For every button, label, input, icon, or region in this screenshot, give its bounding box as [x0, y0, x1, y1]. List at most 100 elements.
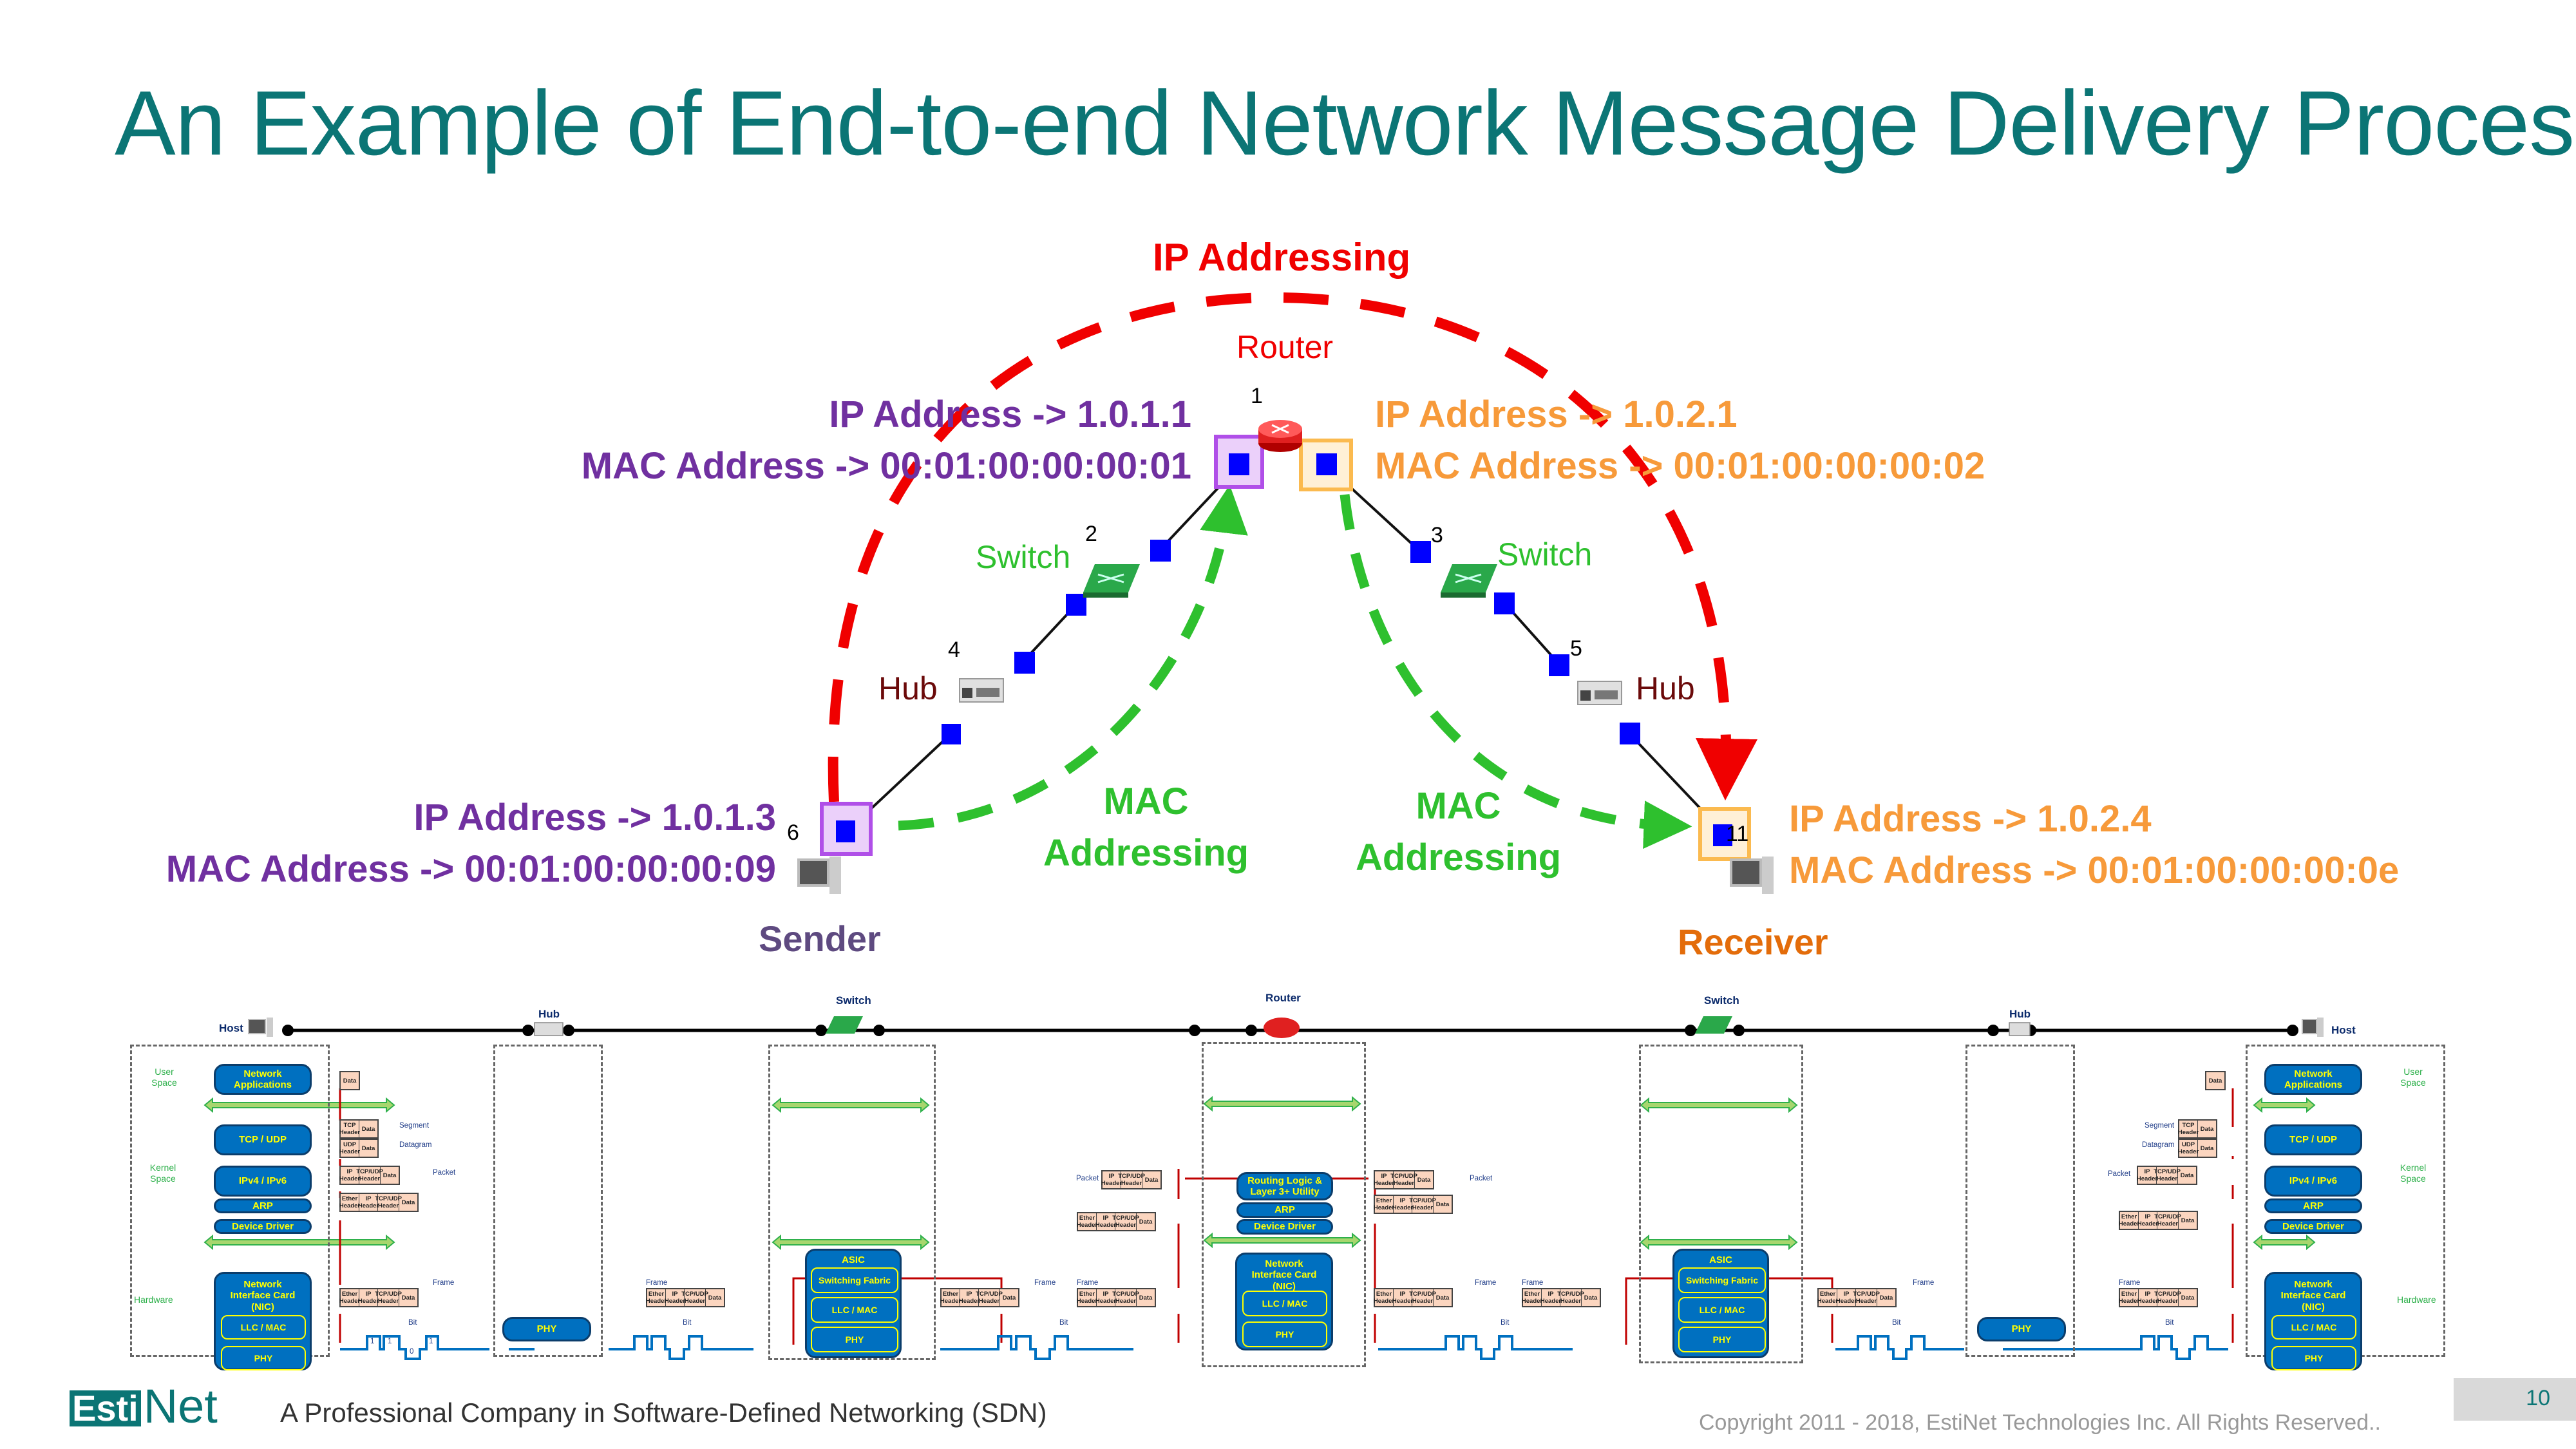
pdu-seg: TCP Header Data: [2178, 1119, 2217, 1139]
pdu-field: Ether Header: [339, 1289, 361, 1306]
host-right-llc-mac: LLC / MAC: [2271, 1315, 2356, 1340]
router-routing-logic: Routing Logic & Layer 3+ Utility: [1236, 1172, 1333, 1200]
footer-tagline: A Professional Company in Software-Defin…: [280, 1397, 1047, 1428]
router-nic: Network Interface Card (NIC) LLC / MAC P…: [1235, 1253, 1333, 1350]
pdu-field: Ether Header: [339, 1194, 361, 1211]
receiver-node-id: 11: [1726, 822, 1749, 846]
pdu-field: Data: [1139, 1294, 1153, 1302]
pdu-data: Data: [2205, 1071, 2226, 1090]
mac-label-left-line2: Addressing: [1043, 832, 1249, 874]
router-icon-bottom: [1264, 1018, 1300, 1038]
pdu-frame: Ether Header IP Header TCP/UDP Header Data: [1077, 1212, 1156, 1231]
pdu-frame: Ether Header IP Header TCP/UDP Header Data: [339, 1288, 419, 1307]
pdu-field: Data: [383, 1171, 397, 1179]
router-nic-label: Network Interface Card (NIC): [1251, 1258, 1317, 1292]
mac-addressing-label-right: MAC Addressing: [1356, 781, 1561, 884]
packet-label: Packet: [433, 1169, 456, 1177]
pdu-field: Data: [2208, 1077, 2222, 1084]
hub-right-node-id: 5: [1570, 636, 1582, 661]
switch-right-switching-fabric: Switching Fabric: [1678, 1267, 1766, 1293]
ip-addressing-label: IP Addressing: [1153, 236, 1411, 279]
pdu-field: TCP/UDP Header: [1390, 1171, 1417, 1188]
sender-label: Sender: [759, 918, 881, 959]
pdu-packet: IP Header TCP/UDP Header Data: [339, 1166, 400, 1185]
switch-left-asic: ASIC Switching Fabric LLC / MAC PHY: [805, 1249, 902, 1358]
host-icon-left: [248, 1019, 266, 1034]
frame-label: Frame: [1913, 1279, 1935, 1287]
stack-hub-left-label: Hub: [538, 1008, 560, 1020]
pdu-field: Ether Header: [2118, 1289, 2140, 1306]
router-phy: PHY: [1242, 1321, 1327, 1347]
host-icon-right: [2302, 1019, 2317, 1034]
host-left-nic-label: Network Interface Card (NIC): [230, 1279, 296, 1312]
switch-left-node-id: 2: [1085, 522, 1097, 546]
host-left-device-driver: Device Driver: [214, 1219, 312, 1234]
mac-label-right-line1: MAC: [1416, 785, 1501, 827]
pdu-field: Data: [361, 1144, 375, 1152]
sender-ip: IP Address -> 1.0.1.3: [413, 797, 776, 838]
switch-right-phy: PHY: [1678, 1327, 1766, 1352]
pdu-field: Ether Header: [1373, 1196, 1395, 1213]
pdu-field: Data: [1879, 1294, 1893, 1302]
hub-left-phy: PHY: [502, 1317, 591, 1341]
hub-right-phy: PHY: [1977, 1317, 2066, 1341]
pdu-field: TCP/UDP Header: [1409, 1289, 1436, 1306]
bit-label: Bit: [1892, 1319, 1901, 1327]
pdu-field: TCP/UDP Header: [1112, 1289, 1139, 1306]
router-left-mac: MAC Address -> 00:01:00:00:00:01: [581, 445, 1191, 487]
pdu-frame: Ether Header IP Header TCP/UDP Header Data: [646, 1288, 725, 1307]
pdu-frame: Ether Header IP Header TCP/UDP Header Data: [1817, 1288, 1897, 1307]
pdu-field: Data: [1002, 1294, 1016, 1302]
kernel-space-label-left: Kernel Space: [149, 1162, 176, 1184]
packet-label: Packet: [1076, 1175, 1099, 1182]
pdu-field: Ether Header: [1373, 1289, 1395, 1306]
bit-value: 1: [370, 1338, 375, 1345]
switch-icon-right: [1441, 564, 1497, 598]
pdu-field: Data: [343, 1077, 357, 1084]
pdu-field: Data: [1435, 1200, 1450, 1208]
hub-left-node-id: 4: [948, 638, 960, 662]
switch-left-switching-fabric: Switching Fabric: [811, 1267, 898, 1293]
host-right-arp: ARP: [2264, 1198, 2362, 1213]
router-label: Router: [1236, 329, 1334, 365]
pdu-field: TCP/UDP Header: [2154, 1212, 2181, 1229]
pdu-field: Ether Header: [1076, 1289, 1098, 1306]
host-right-nic: Network Interface Card (NIC) LLC / MAC P…: [2264, 1272, 2362, 1370]
stack-hub-right-label: Hub: [2009, 1008, 2031, 1020]
pdu-frame: Ether Header IP Header TCP/UDP Header Data: [1077, 1288, 1156, 1307]
switch-left-llc-mac: LLC / MAC: [811, 1297, 898, 1323]
sender-mac: MAC Address -> 00:01:00:00:00:09: [166, 848, 776, 890]
bit-value: 1: [429, 1338, 433, 1345]
packet-label: Packet: [1470, 1175, 1493, 1182]
stack-host-right-label: Host: [2331, 1024, 2356, 1036]
sender-node-id: 6: [787, 820, 799, 845]
receiver-ip: IP Address -> 1.0.2.4: [1789, 798, 2152, 840]
pdu-data: Data: [339, 1071, 360, 1090]
pdu-field: Data: [401, 1198, 415, 1206]
frame-label: Frame: [1077, 1279, 1099, 1287]
stack-router-label: Router: [1265, 992, 1301, 1004]
hardware-label-left: Hardware: [134, 1294, 173, 1305]
pdu-field: TCP/UDP Header: [1409, 1196, 1436, 1213]
frame-label: Frame: [1522, 1279, 1544, 1287]
router-device-driver: Device Driver: [1236, 1219, 1333, 1235]
hub-icon-bottom-left: [534, 1022, 564, 1036]
pdu-field: Ether Header: [645, 1289, 667, 1306]
page-number-box: 10: [2454, 1378, 2576, 1421]
receiver-label: Receiver: [1678, 922, 1828, 962]
segment-label: Segment: [2145, 1122, 2175, 1130]
pdu-field: TCP/UDP Header: [1557, 1289, 1584, 1306]
hub-right-box: [1965, 1045, 2075, 1357]
pdu-frame: Ether Header IP Header TCP/UDP Header Data: [2119, 1211, 2198, 1230]
host-right-phy: PHY: [2271, 1346, 2356, 1370]
host-left-phy: PHY: [221, 1346, 306, 1370]
hub-icon-left: [959, 678, 1004, 703]
switch-icon-bottom-right: [1695, 1016, 1732, 1034]
pdu-frame: Ether Header IP Header TCP/UDP Header Data: [1374, 1195, 1453, 1214]
pdu-frame: Ether Header IP Header TCP/UDP Header Data: [1522, 1288, 1601, 1307]
mac-addressing-label-left: MAC Addressing: [1043, 776, 1249, 879]
estinet-logo: Esti Net: [70, 1383, 218, 1430]
receiver-host-icon: [1730, 857, 1774, 894]
router-right-ip: IP Address -> 1.0.2.1: [1375, 393, 1738, 435]
pdu-field: Data: [1584, 1294, 1598, 1302]
